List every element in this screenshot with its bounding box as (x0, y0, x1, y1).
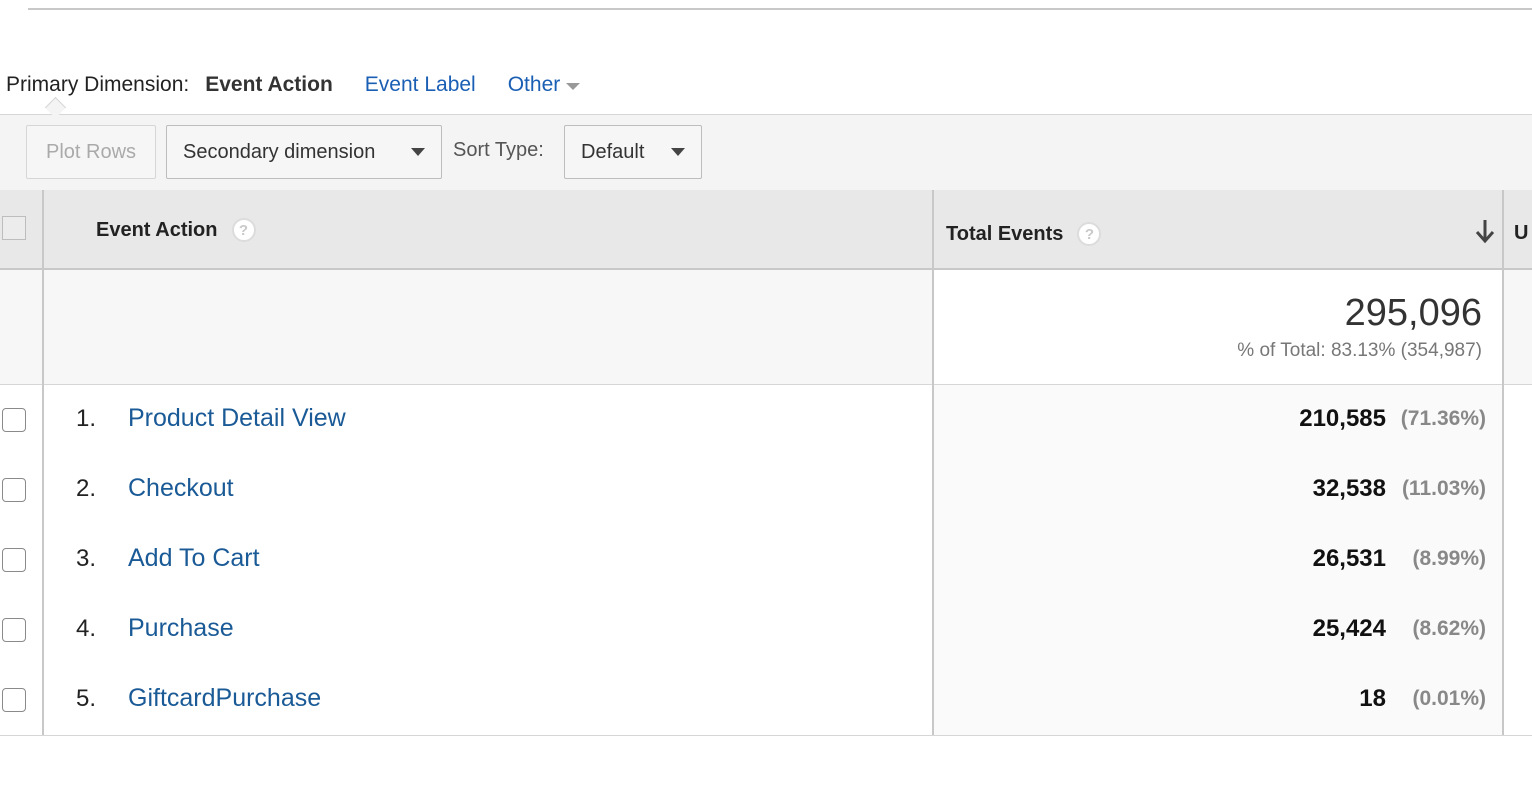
totals-row: 295,096 % of Total: 83.13% (354,987) (0, 270, 1532, 385)
row-value: 32,538 (1312, 475, 1386, 502)
table-header: Event Action ? Total Events ? U (0, 190, 1532, 270)
select-all-checkbox[interactable] (2, 216, 26, 240)
table-row: 5. GiftcardPurchase 18 (0.01%) (0, 665, 1532, 736)
row-checkbox[interactable] (2, 408, 26, 432)
column-divider (932, 190, 934, 735)
row-event-link[interactable]: Checkout (128, 474, 234, 503)
table-row: 2. Checkout 32,538 (11.03%) (0, 455, 1532, 526)
top-divider (28, 8, 1532, 10)
secondary-dimension-dropdown[interactable]: Secondary dimension (166, 125, 442, 179)
row-index: 5. (76, 685, 97, 712)
total-events-column-header[interactable]: Total Events ? (946, 222, 1102, 246)
row-index: 3. (76, 545, 97, 572)
primary-dimension-other[interactable]: Other (508, 73, 581, 97)
primary-dimension-label: Primary Dimension: (6, 73, 190, 96)
row-index: 2. (76, 475, 97, 502)
row-event-link[interactable]: Add To Cart (128, 544, 260, 573)
total-events-percent: % of Total: 83.13% (354,987) (1237, 340, 1482, 361)
row-checkbox[interactable] (2, 618, 26, 642)
chevron-down-icon (411, 148, 425, 156)
next-column-header[interactable]: U (1514, 222, 1528, 245)
primary-dimension-active[interactable]: Event Action (205, 73, 333, 97)
dimension-header-label: Event Action (96, 218, 218, 241)
row-checkbox[interactable] (2, 548, 26, 572)
row-value: 210,585 (1299, 405, 1386, 432)
chevron-down-icon (566, 83, 581, 90)
table-row: 4. Purchase 25,424 (8.62%) (0, 595, 1532, 666)
help-icon[interactable]: ? (1077, 222, 1102, 246)
secondary-dimension-label: Secondary dimension (183, 140, 376, 163)
row-index: 1. (76, 405, 97, 432)
plot-rows-button[interactable]: Plot Rows (26, 125, 156, 179)
dimension-column-header[interactable]: Event Action ? (96, 218, 256, 242)
totals-metric-cell: 295,096 % of Total: 83.13% (354,987) (934, 270, 1502, 384)
primary-dimension-bar: Primary Dimension: Event Action Event La… (6, 70, 581, 100)
row-event-link[interactable]: GiftcardPurchase (128, 684, 321, 713)
row-event-link[interactable]: Product Detail View (128, 404, 346, 433)
row-value: 25,424 (1312, 615, 1386, 642)
sort-type-value: Default (581, 140, 645, 163)
total-events-value: 295,096 (1344, 292, 1482, 334)
primary-dimension-event-label[interactable]: Event Label (365, 73, 476, 97)
metric-header-label: Total Events (946, 222, 1064, 245)
table-row: 3. Add To Cart 26,531 (8.99%) (0, 525, 1532, 596)
help-icon[interactable]: ? (231, 218, 256, 242)
row-percent: (11.03%) (1401, 477, 1486, 500)
sort-type-dropdown[interactable]: Default (564, 125, 702, 179)
row-checkbox[interactable] (2, 688, 26, 712)
column-divider (42, 190, 44, 735)
table-toolbar: Plot Rows Secondary dimension Sort Type:… (0, 114, 1532, 192)
plot-rows-label: Plot Rows (45, 140, 137, 163)
arrow-down-icon[interactable] (1474, 218, 1496, 244)
row-index: 4. (76, 615, 97, 642)
row-value: 18 (1359, 685, 1386, 712)
row-value: 26,531 (1312, 545, 1386, 572)
row-checkbox[interactable] (2, 478, 26, 502)
chevron-down-icon (671, 148, 685, 156)
row-percent: (8.62%) (1412, 617, 1486, 640)
table-row: 1. Product Detail View 210,585 (71.36%) (0, 385, 1532, 456)
row-percent: (8.99%) (1412, 547, 1486, 570)
column-divider (1502, 190, 1504, 735)
row-percent: (71.36%) (1400, 407, 1486, 430)
primary-dimension-other-label: Other (507, 73, 561, 96)
sort-type-label: Sort Type: (453, 139, 544, 161)
row-percent: (0.01%) (1412, 687, 1486, 710)
row-event-link[interactable]: Purchase (128, 614, 234, 643)
